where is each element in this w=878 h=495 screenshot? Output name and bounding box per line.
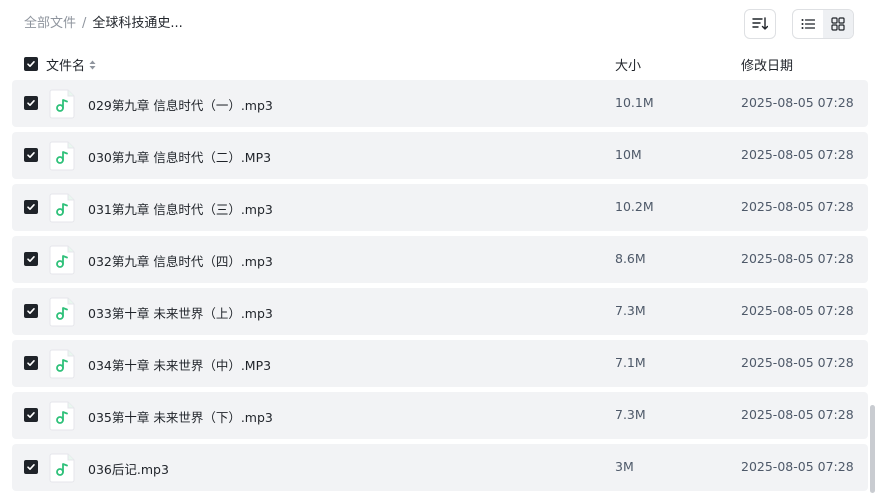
- check-icon: [27, 152, 35, 158]
- row-checkbox[interactable]: [24, 408, 38, 422]
- audio-file-icon: [49, 245, 75, 275]
- top-bar: 全部文件 / 全球科技通史...: [0, 0, 878, 48]
- audio-file-icon: [49, 453, 75, 483]
- check-icon: [27, 308, 35, 314]
- audio-file-icon: [49, 89, 75, 119]
- column-header-name-label: 文件名: [46, 59, 86, 74]
- sort-arrows-icon[interactable]: [89, 60, 96, 70]
- file-size: 10M: [615, 147, 642, 162]
- column-header-name[interactable]: 文件名: [46, 55, 96, 74]
- grid-view-button[interactable]: [823, 10, 853, 38]
- row-checkbox[interactable]: [24, 96, 38, 110]
- file-modified-date: 2025-08-05 07:28: [741, 459, 854, 474]
- select-all-checkbox[interactable]: [24, 57, 38, 71]
- column-header-modified[interactable]: 修改日期: [741, 55, 793, 74]
- file-name[interactable]: 034第十章 未来世界（中）.MP3: [88, 355, 271, 374]
- list-view-button[interactable]: [793, 10, 823, 38]
- file-modified-date: 2025-08-05 07:28: [741, 407, 854, 422]
- file-modified-date: 2025-08-05 07:28: [741, 199, 854, 214]
- file-modified-date: 2025-08-05 07:28: [741, 95, 854, 110]
- row-checkbox[interactable]: [24, 148, 38, 162]
- file-name[interactable]: 029第九章 信息时代（一）.mp3: [88, 95, 273, 114]
- file-size: 7.3M: [615, 303, 646, 318]
- file-modified-date: 2025-08-05 07:28: [741, 355, 854, 370]
- view-toggle: [792, 9, 854, 39]
- check-icon: [27, 100, 35, 106]
- file-size: 7.1M: [615, 355, 646, 370]
- file-row[interactable]: 031第九章 信息时代（三）.mp3 10.2M 2025-08-05 07:2…: [12, 184, 868, 231]
- file-size: 3M: [615, 459, 634, 474]
- column-header-size[interactable]: 大小: [615, 55, 641, 74]
- audio-file-icon: [49, 401, 75, 431]
- audio-file-icon: [49, 193, 75, 223]
- file-size: 10.2M: [615, 199, 654, 214]
- check-icon: [27, 360, 35, 366]
- file-name[interactable]: 033第十章 未来世界（上）.mp3: [88, 303, 273, 322]
- breadcrumb-separator: /: [82, 16, 87, 31]
- row-checkbox[interactable]: [24, 356, 38, 370]
- file-name[interactable]: 031第九章 信息时代（三）.mp3: [88, 199, 273, 218]
- audio-file-icon: [49, 141, 75, 171]
- file-list: 029第九章 信息时代（一）.mp3 10.1M 2025-08-05 07:2…: [12, 80, 868, 495]
- audio-file-icon: [49, 297, 75, 327]
- file-size: 7.3M: [615, 407, 646, 422]
- file-row[interactable]: 029第九章 信息时代（一）.mp3 10.1M 2025-08-05 07:2…: [12, 80, 868, 127]
- breadcrumb: 全部文件 / 全球科技通史...: [24, 15, 183, 33]
- breadcrumb-root-link[interactable]: 全部文件: [24, 15, 76, 33]
- sort-icon: [752, 17, 768, 30]
- sort-button[interactable]: [744, 9, 776, 39]
- file-modified-date: 2025-08-05 07:28: [741, 251, 854, 266]
- check-icon: [27, 204, 35, 210]
- file-row[interactable]: 030第九章 信息时代（二）.MP3 10M 2025-08-05 07:28: [12, 132, 868, 179]
- row-checkbox[interactable]: [24, 252, 38, 266]
- check-icon: [27, 412, 35, 418]
- audio-file-icon: [49, 349, 75, 379]
- row-checkbox[interactable]: [24, 304, 38, 318]
- file-modified-date: 2025-08-05 07:28: [741, 147, 854, 162]
- check-icon: [27, 61, 35, 67]
- list-view-icon: [801, 19, 815, 29]
- row-checkbox[interactable]: [24, 200, 38, 214]
- vertical-scrollbar[interactable]: [870, 405, 875, 493]
- file-name[interactable]: 035第十章 未来世界（下）.mp3: [88, 407, 273, 426]
- check-icon: [27, 256, 35, 262]
- file-row[interactable]: 033第十章 未来世界（上）.mp3 7.3M 2025-08-05 07:28: [12, 288, 868, 335]
- grid-view-icon: [831, 17, 845, 31]
- file-name[interactable]: 036后记.mp3: [88, 459, 169, 478]
- file-row[interactable]: 035第十章 未来世界（下）.mp3 7.3M 2025-08-05 07:28: [12, 392, 868, 439]
- table-header: 文件名 大小 修改日期: [0, 50, 878, 78]
- file-size: 10.1M: [615, 95, 654, 110]
- file-row[interactable]: 036后记.mp3 3M 2025-08-05 07:28: [12, 444, 868, 491]
- file-name[interactable]: 030第九章 信息时代（二）.MP3: [88, 147, 271, 166]
- file-row[interactable]: 034第十章 未来世界（中）.MP3 7.1M 2025-08-05 07:28: [12, 340, 868, 387]
- check-icon: [27, 464, 35, 470]
- file-name[interactable]: 032第九章 信息时代（四）.mp3: [88, 251, 273, 270]
- file-row[interactable]: 032第九章 信息时代（四）.mp3 8.6M 2025-08-05 07:28: [12, 236, 868, 283]
- file-modified-date: 2025-08-05 07:28: [741, 303, 854, 318]
- file-size: 8.6M: [615, 251, 646, 266]
- row-checkbox[interactable]: [24, 460, 38, 474]
- breadcrumb-current-folder: 全球科技通史...: [92, 16, 183, 31]
